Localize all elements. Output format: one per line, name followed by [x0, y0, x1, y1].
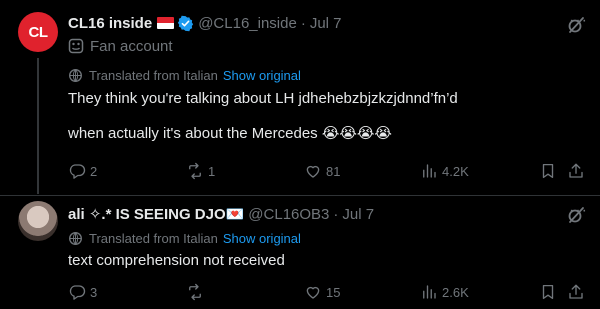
tweet-header: ali ✧.* IS SEEING DJO💌 @CL16OB3 · Jul 7 — [68, 204, 588, 224]
tweet-text-line-2: when actually it's about the Mercedes 😭😭… — [68, 125, 392, 142]
translated-from-text: Translated from Italian — [89, 67, 218, 83]
share-icon[interactable] — [567, 162, 585, 180]
like-button[interactable]: 81 — [304, 162, 340, 180]
reply-button[interactable]: 3 — [68, 283, 97, 301]
tweet-content: ali ✧.* IS SEEING DJO💌 @CL16OB3 · Jul 7 … — [68, 204, 588, 271]
reply-count: 2 — [90, 163, 98, 179]
display-name[interactable]: ali ✧.* IS SEEING DJO💌 — [68, 205, 244, 223]
retweet-button[interactable]: 1 — [186, 162, 215, 180]
like-button[interactable]: 15 — [304, 283, 340, 301]
tweet-text-line-1: They think you're talking about LH jdheh… — [68, 90, 458, 107]
reply-icon — [69, 285, 86, 300]
retweet-icon — [189, 283, 201, 301]
tweet-text: text comprehension not received — [68, 252, 285, 269]
avatar-ali[interactable] — [18, 201, 58, 241]
reply-button[interactable]: 2 — [68, 162, 97, 180]
fan-account-label: Fan account — [68, 37, 588, 55]
tweet-header: CL16 inside @CL16_inside · Jul 7 — [68, 13, 588, 33]
translation-notice: Translated from Italian Show original — [68, 66, 588, 84]
like-icon — [306, 286, 320, 299]
avatar-logo-text: CL — [28, 23, 49, 41]
tweet-date[interactable]: Jul 7 — [310, 15, 342, 32]
views-button[interactable]: 4.2K — [420, 162, 469, 180]
fan-account-text: Fan account — [90, 37, 173, 55]
show-original-link[interactable]: Show original — [223, 231, 301, 246]
retweet-count: 1 — [208, 163, 216, 179]
share-icon[interactable] — [567, 283, 585, 301]
separator-dot: · — [300, 14, 306, 32]
translate-icon — [69, 68, 82, 82]
fan-account-icon — [68, 38, 84, 54]
bookmark-icon[interactable] — [539, 162, 557, 180]
reply-count: 3 — [90, 284, 98, 300]
translation-notice: Translated from Italian Show original — [68, 229, 588, 247]
like-count: 15 — [326, 284, 341, 300]
avatar-cl16[interactable]: CL — [18, 12, 58, 52]
views-button[interactable]: 2.6K — [420, 283, 469, 301]
separator-dot: · — [333, 205, 339, 223]
views-count: 2.6K — [442, 284, 469, 300]
handle[interactable]: @CL16_inside — [198, 15, 297, 32]
show-original-link[interactable]: Show original — [223, 68, 301, 83]
tweet-date[interactable]: Jul 7 — [342, 206, 374, 223]
tweet-actions: 2 1 81 4.2K — [68, 161, 588, 181]
tweet-content: CL16 inside @CL16_inside · Jul 7 Fan acc… — [68, 13, 588, 144]
tweet-actions: 3 15 2.6K — [68, 282, 588, 302]
views-icon — [423, 164, 436, 178]
translate-icon — [69, 231, 82, 245]
bookmark-icon[interactable] — [539, 283, 557, 301]
views-icon — [423, 285, 436, 299]
reply-icon — [69, 164, 86, 179]
translated-from-text: Translated from Italian — [89, 230, 218, 246]
like-icon — [306, 165, 320, 178]
thread-line — [37, 58, 39, 194]
views-count: 4.2K — [442, 163, 469, 179]
retweet-icon — [189, 162, 201, 180]
retweet-button[interactable] — [186, 283, 208, 301]
handle[interactable]: @CL16OB3 — [248, 206, 329, 223]
flag-icon — [157, 17, 175, 29]
tweet-cl16-inside[interactable]: CL ··· CL16 inside @CL16_inside · Jul 7 — [0, 0, 600, 196]
like-count: 81 — [326, 163, 341, 179]
display-name[interactable]: CL16 inside — [68, 15, 152, 32]
tweet-reply-ali[interactable]: ··· ali ✧.* IS SEEING DJO💌 @CL16OB3 · Ju… — [0, 196, 600, 309]
verified-badge-icon[interactable] — [177, 15, 194, 32]
